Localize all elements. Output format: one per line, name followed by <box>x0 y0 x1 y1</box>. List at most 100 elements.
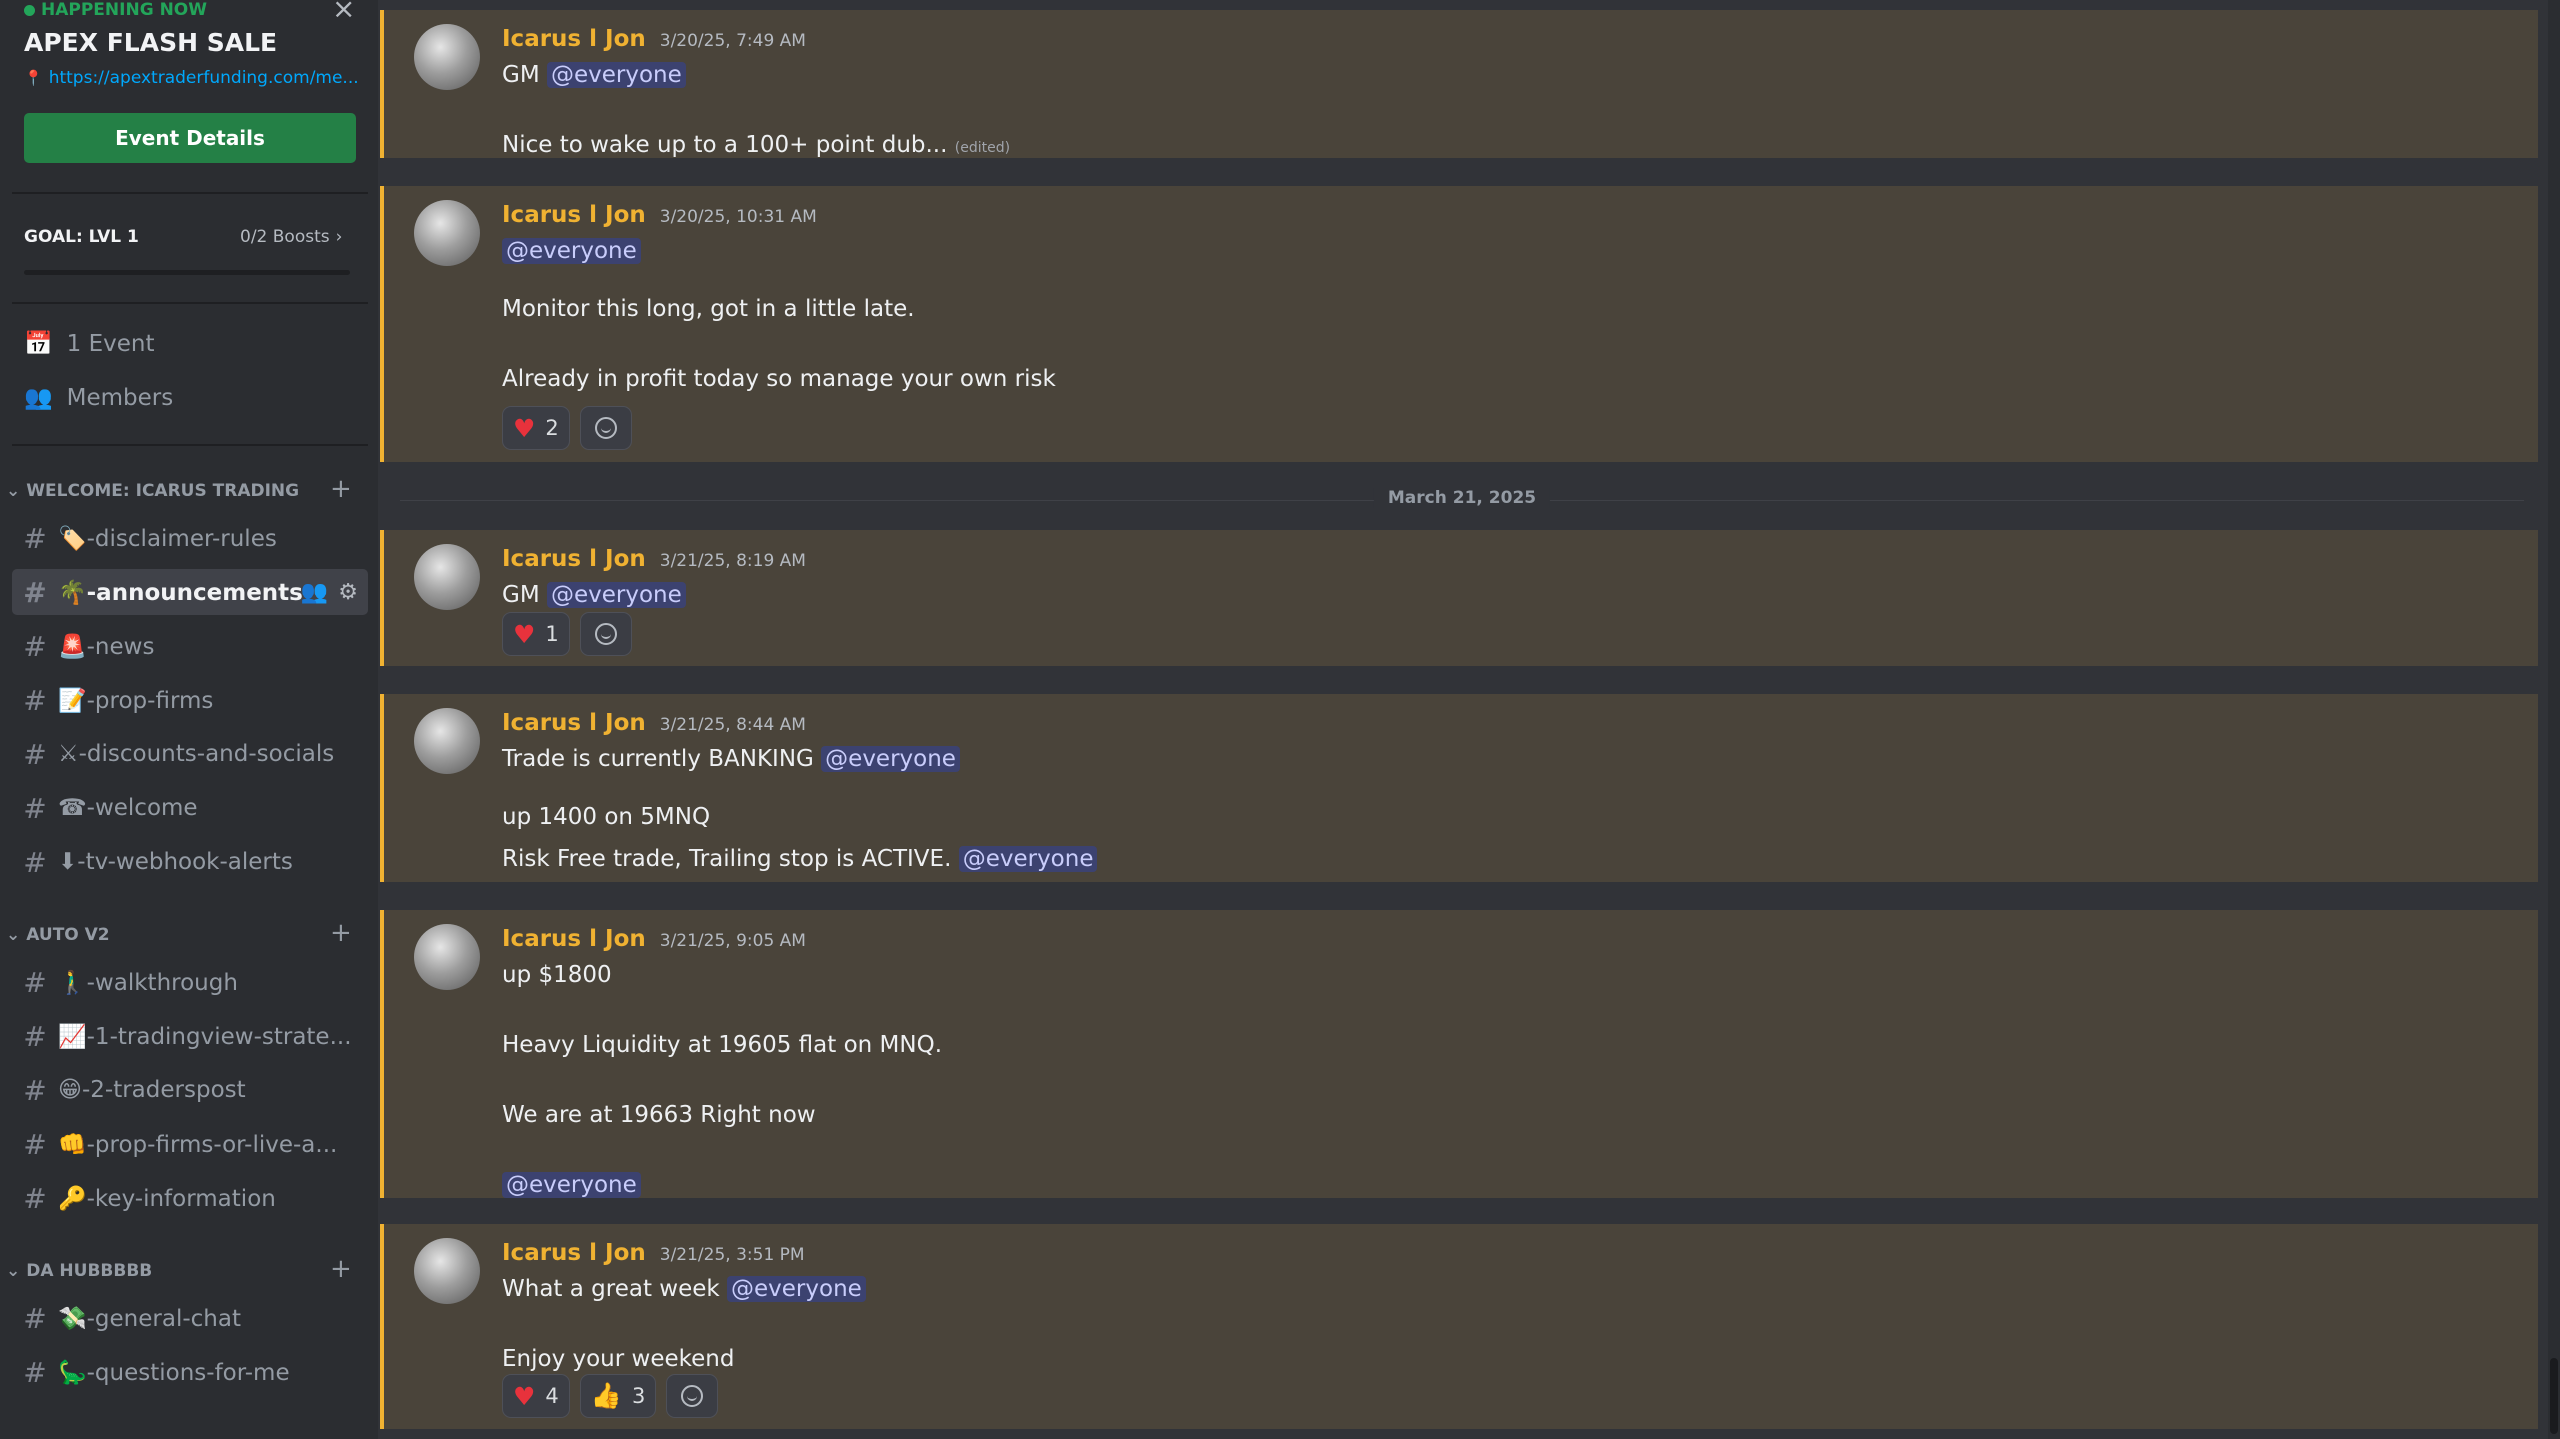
channel-name[interactable]: ☎-welcome <box>58 795 198 821</box>
mention-everyone[interactable]: @everyone <box>502 238 641 264</box>
avatar[interactable] <box>414 24 480 90</box>
reaction-count: 2 <box>545 416 559 440</box>
category-auto-v2[interactable]: ⌄ AUTO V2 <box>6 925 110 945</box>
message-header: Icarus l Jon 3/21/25, 8:44 AM <box>502 710 806 736</box>
message-line: Trade is currently BANKING @everyone <box>502 746 960 772</box>
add-reaction-button[interactable] <box>666 1374 719 1418</box>
avatar[interactable] <box>414 708 480 774</box>
reaction-count: 3 <box>631 1384 646 1408</box>
hash-icon: # <box>23 575 47 609</box>
channel-name[interactable]: 📈-1-tradingview-strate... <box>58 1023 352 1050</box>
event-link-text[interactable]: https://apextraderfunding.com/me... <box>49 68 359 88</box>
channel-name[interactable]: 🔑-key-information <box>58 1185 276 1212</box>
channel-tv-webhook-alerts[interactable]: # ⬇-tv-webhook-alerts <box>12 839 368 885</box>
members-label[interactable]: Members <box>67 385 174 411</box>
channel-prop-firms-or-live[interactable]: # 👊-prop-firms-or-live-a... <box>12 1121 368 1167</box>
avatar[interactable] <box>414 924 480 990</box>
boost-goal-link[interactable]: 0/2 Boosts › <box>240 227 342 247</box>
message[interactable]: Icarus l Jon 3/20/25, 10:31 AM @everyone… <box>380 186 2538 462</box>
add-reaction-button[interactable] <box>579 612 632 656</box>
divider <box>12 192 368 194</box>
events-link[interactable]: 📅 1 Event <box>24 330 155 358</box>
category-da-hubbbbb[interactable]: ⌄ DA HUBBBBB <box>6 1261 152 1281</box>
scrollbar-thumb[interactable] <box>2550 1358 2558 1434</box>
channel-prop-firms[interactable]: # 📝-prop-firms <box>12 677 368 723</box>
chevron-down-icon: ⌄ <box>6 1261 21 1281</box>
channel-name[interactable]: ⬇-tv-webhook-alerts <box>58 849 293 875</box>
channel-discounts-and-socials[interactable]: # ⚔-discounts-and-socials <box>12 731 368 777</box>
message[interactable]: Icarus l Jon 3/21/25, 3:51 PM What a gre… <box>380 1224 2538 1429</box>
category-label[interactable]: WELCOME: ICARUS TRADING <box>26 481 299 501</box>
events-label[interactable]: 1 Event <box>67 331 155 357</box>
channel-name[interactable]: 👊-prop-firms-or-live-a... <box>58 1131 337 1158</box>
mention-everyone[interactable]: @everyone <box>546 582 686 608</box>
author-name[interactable]: Icarus l Jon <box>502 546 646 572</box>
event-link[interactable]: 📍 https://apextraderfunding.com/me... <box>24 68 359 88</box>
event-details-button[interactable]: Event Details <box>24 113 356 163</box>
channel-sidebar: HAPPENING NOW × APEX FLASH SALE 📍 https:… <box>0 0 378 1439</box>
message[interactable]: Icarus l Jon 3/21/25, 8:19 AM GM @everyo… <box>380 530 2538 666</box>
reactions: ♥ 4 👍 3 <box>502 1374 719 1418</box>
event-status: HAPPENING NOW <box>24 0 207 20</box>
close-icon[interactable]: × <box>332 0 355 25</box>
message-line: @everyone <box>502 1172 641 1198</box>
channel-name[interactable]: 🏷️-disclaimer-rules <box>58 525 277 552</box>
message-line: What a great week @everyone <box>502 1276 866 1302</box>
author-name[interactable]: Icarus l Jon <box>502 926 646 952</box>
author-name[interactable]: Icarus l Jon <box>502 1240 646 1266</box>
reaction-thumbs-up[interactable]: 👍 3 <box>579 1374 657 1418</box>
author-name[interactable]: Icarus l Jon <box>502 710 646 736</box>
avatar[interactable] <box>414 1238 480 1304</box>
channel-name[interactable]: 🦕-questions-for-me <box>58 1359 290 1386</box>
channel-name[interactable]: ⚔-discounts-and-socials <box>58 741 334 767</box>
author-name[interactable]: Icarus l Jon <box>502 202 646 228</box>
add-channel-icon[interactable]: + <box>330 1256 352 1282</box>
channel-welcome[interactable]: # ☎-welcome <box>12 785 368 831</box>
mention-everyone[interactable]: @everyone <box>958 846 1098 872</box>
channel-name[interactable]: 🌴-announcements <box>58 579 303 606</box>
channel-key-information[interactable]: # 🔑-key-information <box>12 1175 368 1221</box>
channel-disclaimer-rules[interactable]: # 🏷️-disclaimer-rules <box>12 515 368 561</box>
gear-icon[interactable]: ⚙ <box>338 580 358 605</box>
mention-everyone[interactable]: @everyone <box>502 1172 641 1198</box>
channel-announcements[interactable]: # 🌴-announcements 👥 ⚙ <box>12 569 368 615</box>
author-name[interactable]: Icarus l Jon <box>502 26 646 52</box>
channel-news[interactable]: # 🚨-news <box>12 623 368 669</box>
message[interactable]: Icarus l Jon 3/20/25, 7:49 AM GM @everyo… <box>380 10 2538 158</box>
avatar[interactable] <box>414 544 480 610</box>
reaction-heart[interactable]: ♥ 4 <box>502 1374 570 1418</box>
channel-walkthrough[interactable]: # 🚶‍♂️-walkthrough <box>12 959 368 1005</box>
category-welcome[interactable]: ⌄ WELCOME: ICARUS TRADING <box>6 481 299 501</box>
invite-members-icon[interactable]: 👥 <box>301 580 328 605</box>
add-channel-icon[interactable]: + <box>330 476 352 502</box>
mention-everyone[interactable]: @everyone <box>727 1276 866 1302</box>
channel-name[interactable]: 😁-2-traderspost <box>58 1077 246 1103</box>
reactions: ♥ 2 <box>502 406 632 450</box>
members-link[interactable]: 👥 Members <box>24 384 174 412</box>
boost-count[interactable]: 0/2 Boosts <box>240 227 330 247</box>
mention-everyone[interactable]: @everyone <box>821 746 960 772</box>
channel-traderspost[interactable]: # 😁-2-traderspost <box>12 1067 368 1113</box>
reaction-heart[interactable]: ♥ 1 <box>502 612 570 656</box>
channel-name[interactable]: 🚨-news <box>58 633 154 660</box>
message[interactable]: Icarus l Jon 3/21/25, 8:44 AM Trade is c… <box>380 694 2538 882</box>
boost-progress-bar <box>24 270 350 275</box>
category-label[interactable]: AUTO V2 <box>26 925 109 945</box>
message-text: Already in profit today so manage your o… <box>502 366 1056 392</box>
channel-general-chat[interactable]: # 💸-general-chat <box>12 1295 368 1341</box>
message-header: Icarus l Jon 3/21/25, 9:05 AM <box>502 926 806 952</box>
category-label[interactable]: DA HUBBBBB <box>26 1261 152 1281</box>
channel-name[interactable]: 💸-general-chat <box>58 1305 241 1332</box>
add-channel-icon[interactable]: + <box>330 920 352 946</box>
channel-tradingview-strategy[interactable]: # 📈-1-tradingview-strate... <box>12 1013 368 1059</box>
divider <box>12 444 368 446</box>
reaction-heart[interactable]: ♥ 2 <box>502 406 570 450</box>
add-reaction-button[interactable] <box>579 406 632 450</box>
channel-name[interactable]: 🚶‍♂️-walkthrough <box>58 969 238 996</box>
mention-everyone[interactable]: @everyone <box>546 62 686 88</box>
avatar[interactable] <box>414 200 480 266</box>
channel-questions-for-me[interactable]: # 🦕-questions-for-me <box>12 1349 368 1395</box>
scrollbar[interactable] <box>2548 0 2560 1439</box>
channel-name[interactable]: 📝-prop-firms <box>58 687 213 714</box>
message[interactable]: Icarus l Jon 3/21/25, 9:05 AM up $1800 H… <box>380 910 2538 1198</box>
